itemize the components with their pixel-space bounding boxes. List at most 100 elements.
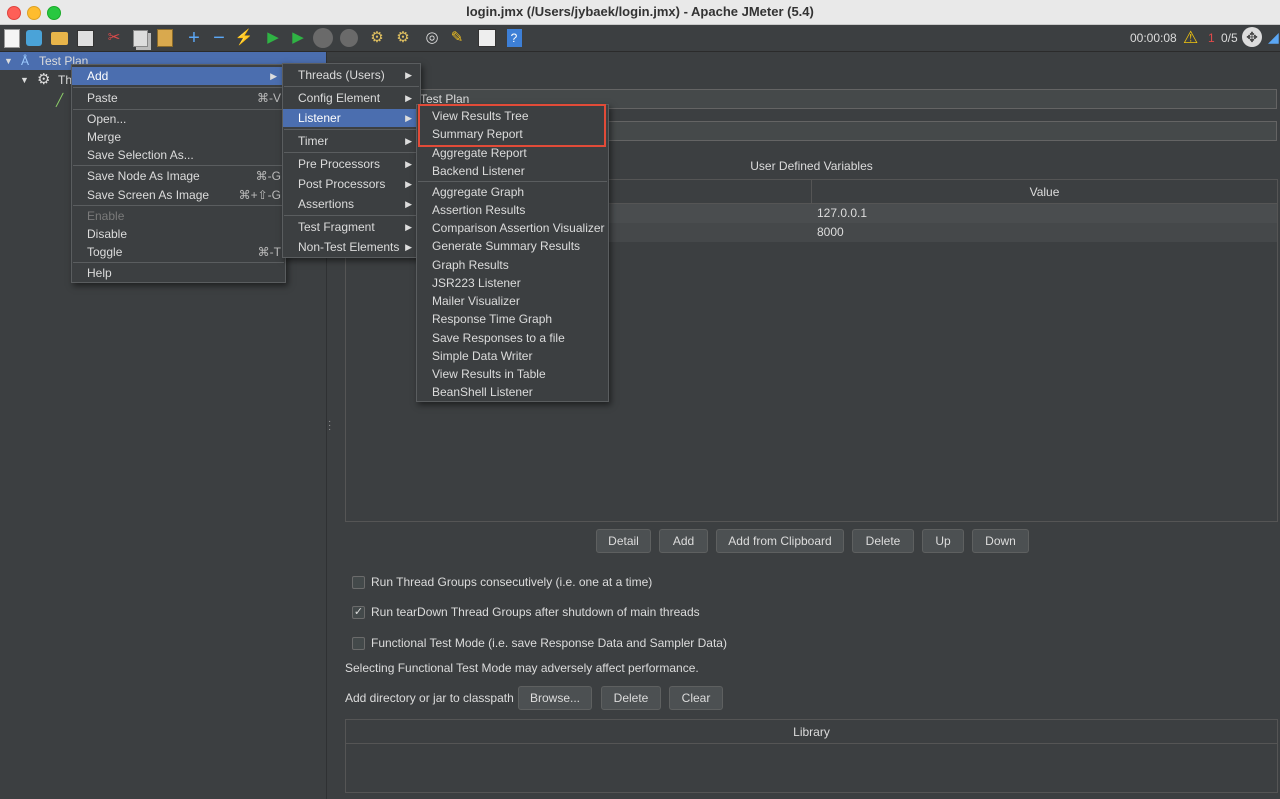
- clear-icon[interactable]: ⚙: [367, 28, 387, 48]
- detail-button[interactable]: Detail: [596, 529, 651, 553]
- start-icon[interactable]: ▶: [263, 28, 283, 48]
- shutdown-icon[interactable]: [339, 28, 359, 48]
- menu-item-response-time-graph[interactable]: Response Time Graph: [417, 310, 608, 328]
- menu-label: Disable: [87, 227, 128, 241]
- expand-arrow-icon[interactable]: ▼: [20, 71, 29, 89]
- collapse-icon[interactable]: −: [209, 28, 229, 48]
- menu-item-mailer-visualizer[interactable]: Mailer Visualizer: [417, 292, 608, 310]
- menu-item-view-results-in-table[interactable]: View Results in Table: [417, 365, 608, 383]
- add-button[interactable]: Add: [659, 529, 708, 553]
- functional-mode-checkbox[interactable]: [352, 637, 365, 650]
- menu-item-view-results-tree[interactable]: View Results Tree: [417, 107, 608, 125]
- run-teardown-checkbox[interactable]: ✓: [352, 606, 365, 619]
- paste-icon[interactable]: [155, 28, 175, 48]
- menu-shortcut: ⌘-G: [255, 169, 281, 183]
- expand-arrow-icon[interactable]: ▼: [4, 52, 13, 70]
- delete-classpath-button[interactable]: Delete: [601, 686, 661, 710]
- help-icon[interactable]: ?: [504, 28, 524, 48]
- add-from-clipboard-button[interactable]: Add from Clipboard: [716, 529, 844, 553]
- menu-label: Config Element: [298, 91, 381, 105]
- menu-label: Save Node As Image: [87, 169, 200, 183]
- menu-item-beanshell-listener[interactable]: BeanShell Listener: [417, 383, 608, 401]
- menu-item-jsr223-listener[interactable]: JSR223 Listener: [417, 274, 608, 292]
- menu-item-save-selection-as[interactable]: Save Selection As...: [72, 146, 285, 164]
- open-icon[interactable]: [49, 28, 69, 48]
- down-button[interactable]: Down: [972, 529, 1029, 553]
- menu-item-test-fragment[interactable]: Test Fragment ▶: [283, 218, 420, 236]
- table-cell-value[interactable]: 8000: [812, 223, 1277, 242]
- table-cell-value[interactable]: 127.0.0.1: [812, 204, 1277, 223]
- clear-all-icon[interactable]: ⚙: [393, 28, 413, 48]
- menu-item-comparison-assertion-visualizer[interactable]: Comparison Assertion Visualizer: [417, 219, 608, 237]
- menu-item-non-test-elements[interactable]: Non-Test Elements ▶: [283, 238, 420, 256]
- menu-label: Post Processors: [298, 177, 386, 191]
- menu-item-aggregate-report[interactable]: Aggregate Report: [417, 144, 608, 162]
- test-plan-icon: Å: [21, 54, 30, 68]
- toolbar: ✂ + − ⚡ ▶ ▶ ⚙ ⚙ ◎ ✎ ? 00:00:08 ⚠ 1 0/5 ✥…: [0, 25, 1280, 52]
- start-no-pauses-icon[interactable]: ▶: [288, 28, 308, 48]
- column-value[interactable]: Value: [812, 180, 1277, 204]
- menu-item-aggregate-graph[interactable]: Aggregate Graph: [417, 183, 608, 201]
- copy-icon[interactable]: [130, 28, 150, 48]
- menu-item-listener[interactable]: Listener ▶: [283, 109, 420, 127]
- log-viewer-icon[interactable]: ◢: [1268, 29, 1279, 46]
- clear-button[interactable]: Clear: [669, 686, 723, 710]
- new-icon[interactable]: [2, 28, 22, 48]
- menu-item-generate-summary-results[interactable]: Generate Summary Results: [417, 237, 608, 255]
- up-button[interactable]: Up: [922, 529, 964, 553]
- title-bar: login.jmx (/Users/jybaek/login.jmx) - Ap…: [0, 0, 1280, 25]
- reset-search-icon[interactable]: ✎: [447, 28, 467, 48]
- menu-item-merge[interactable]: Merge: [72, 128, 285, 146]
- search-icon[interactable]: ◎: [422, 28, 442, 48]
- splitter-grip-icon[interactable]: · · ·: [328, 417, 331, 435]
- templates-icon[interactable]: [24, 28, 44, 48]
- browse-button[interactable]: Browse...: [518, 686, 592, 710]
- menu-item-pre-processors[interactable]: Pre Processors ▶: [283, 155, 420, 173]
- menu-item-graph-results[interactable]: Graph Results: [417, 256, 608, 274]
- function-helper-icon[interactable]: [477, 28, 497, 48]
- toggle-icon[interactable]: ⚡: [234, 28, 254, 48]
- menu-item-help[interactable]: Help: [72, 264, 285, 282]
- menu-separator: [73, 165, 284, 166]
- menu-item-save-node-as-image[interactable]: Save Node As Image ⌘-G: [72, 167, 285, 185]
- column-library[interactable]: Library: [346, 720, 1277, 744]
- submenu-arrow-icon: ▶: [405, 179, 412, 189]
- delete-variable-button[interactable]: Delete: [852, 529, 914, 553]
- menu-item-timer[interactable]: Timer ▶: [283, 132, 420, 150]
- menu-item-assertions[interactable]: Assertions ▶: [283, 195, 420, 213]
- menu-item-threads[interactable]: Threads (Users) ▶: [283, 66, 420, 84]
- menu-item-open[interactable]: Open...: [72, 110, 285, 128]
- menu-item-simple-data-writer[interactable]: Simple Data Writer: [417, 347, 608, 365]
- menu-item-save-screen-as-image[interactable]: Save Screen As Image ⌘+⇧-G: [72, 186, 285, 204]
- submenu-arrow-icon: ▶: [405, 199, 412, 209]
- menu-label: Threads (Users): [298, 68, 385, 82]
- expand-icon[interactable]: +: [184, 28, 204, 48]
- submenu-arrow-icon: ▶: [405, 113, 412, 123]
- submenu-arrow-icon: ▶: [405, 93, 412, 103]
- menu-item-config-element[interactable]: Config Element ▶: [283, 89, 420, 107]
- menu-item-post-processors[interactable]: Post Processors ▶: [283, 175, 420, 193]
- menu-item-add[interactable]: Add ▶: [72, 67, 285, 85]
- run-consecutively-checkbox[interactable]: [352, 576, 365, 589]
- menu-item-paste[interactable]: Paste ⌘-V: [72, 89, 285, 107]
- add-submenu: Threads (Users) ▶ Config Element ▶ Listene…: [282, 63, 421, 258]
- menu-item-assertion-results[interactable]: Assertion Results: [417, 201, 608, 219]
- menu-shortcut: ⌘+⇧-G: [238, 188, 281, 202]
- save-icon[interactable]: [75, 28, 95, 48]
- menu-item-toggle[interactable]: Toggle ⌘-T: [72, 243, 285, 261]
- context-menu: Add ▶ Paste ⌘-V Open... Merge Save Selecti…: [71, 64, 286, 283]
- menu-separator: [284, 86, 419, 87]
- remote-status-icon[interactable]: ✥: [1242, 27, 1262, 47]
- menu-label: Paste: [87, 91, 118, 105]
- active-threads: 0/5: [1221, 31, 1238, 45]
- cut-icon[interactable]: ✂: [104, 28, 124, 48]
- menu-label: Add: [87, 69, 109, 83]
- menu-item-summary-report[interactable]: Summary Report: [417, 125, 608, 143]
- menu-item-disable[interactable]: Disable: [72, 225, 285, 243]
- menu-item-save-responses[interactable]: Save Responses to a file: [417, 329, 608, 347]
- functional-mode-label: Functional Test Mode (i.e. save Response…: [371, 636, 727, 650]
- menu-label: Enable: [87, 209, 125, 223]
- warning-icon[interactable]: ⚠: [1183, 28, 1198, 48]
- stop-icon[interactable]: [313, 28, 333, 48]
- menu-item-backend-listener[interactable]: Backend Listener: [417, 162, 608, 180]
